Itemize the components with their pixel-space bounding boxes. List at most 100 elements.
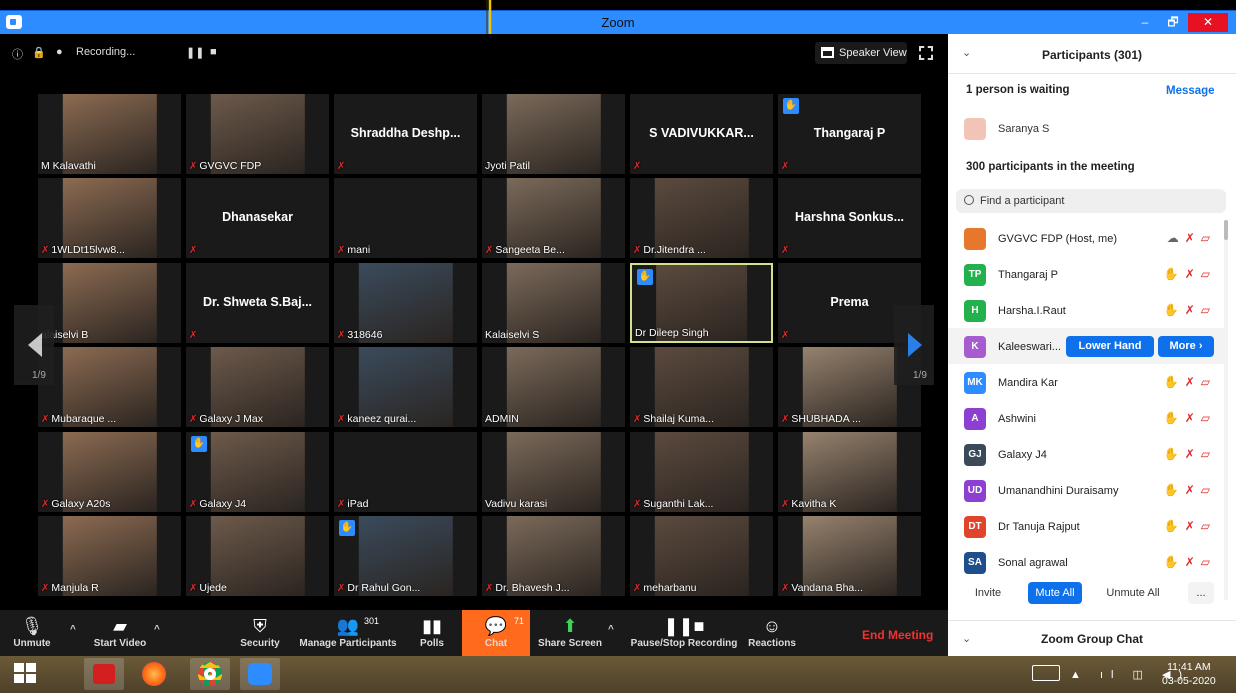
participant-tile[interactable]: ✗ Mubaraque ... [38, 347, 181, 427]
speaker-view-button[interactable]: Speaker View [815, 42, 907, 64]
participant-status-icons[interactable]: ✋✗▱ [1164, 447, 1216, 461]
participant-tile[interactable]: ✗ kaneez qurai... [334, 347, 477, 427]
search-input[interactable]: Find a participant [956, 189, 1226, 213]
polls-button[interactable]: ▮▮ Polls [414, 614, 450, 649]
participant-name-label: ✗ Galaxy J4 [189, 498, 246, 510]
participant-row[interactable]: GJ Galaxy J4 ✋✗▱ [948, 436, 1228, 472]
participant-tile[interactable]: Dhanasekar ✗ [186, 178, 329, 258]
audio-options-chevron-icon[interactable]: ^ [70, 624, 76, 635]
participant-row[interactable]: GVGVC FDP (Host, me) ☁✗▱ [948, 220, 1228, 256]
avatar: DT [964, 516, 986, 538]
share-screen-button[interactable]: ⬆ Share Screen [538, 614, 602, 649]
pause-stop-recording-button[interactable]: ❚❚■ Pause/Stop Recording [630, 614, 738, 649]
lower-hand-button[interactable]: Lower Hand [1066, 336, 1154, 357]
info-icon[interactable]: ⓘ [12, 46, 23, 62]
participant-row[interactable]: A Ashwini ✋✗▱ [948, 400, 1228, 436]
lock-icon[interactable]: 🔒 [32, 46, 46, 59]
scrollbar[interactable] [1224, 220, 1228, 600]
participant-tile[interactable]: ✗ Galaxy A20s [38, 432, 181, 512]
participant-row[interactable]: SA Sonal agrawal ✋✗▱ [948, 544, 1228, 580]
participant-tile[interactable]: Vadivu karasi [482, 432, 625, 512]
participant-tile[interactable]: ✗ Ujede [186, 516, 329, 596]
manage-participants-button[interactable]: 👥 Manage Participants [298, 614, 398, 649]
security-button[interactable]: ⛨ Security [238, 614, 282, 649]
participant-tile[interactable]: ✗ Kavitha K [778, 432, 921, 512]
participant-tile[interactable]: ✗ Dr.Jitendra ... [630, 178, 773, 258]
participant-tile[interactable]: Dr. Shweta S.Baj... ✗ [186, 263, 329, 343]
participant-status-icons[interactable]: ✋✗▱ [1164, 267, 1216, 281]
participant-tile[interactable]: ✗ iPad [334, 432, 477, 512]
participant-tile[interactable]: Jyoti Patil [482, 94, 625, 174]
participant-tile[interactable]: ✗ Sangeeta Be... [482, 178, 625, 258]
participant-tile[interactable]: ✋ Dr Dileep Singh [630, 263, 773, 343]
firefox-taskbar-icon[interactable] [134, 658, 174, 690]
participant-tile[interactable]: ✗ Dr. Bhavesh J... [482, 516, 625, 596]
participant-tile[interactable]: ✗ 318646 [334, 263, 477, 343]
participant-tile[interactable]: ✗ Shailaj Kuma... [630, 347, 773, 427]
unmute-button[interactable]: 🎙 Unmute [12, 614, 52, 649]
clock[interactable]: 11:41 AM 03-05-2020 [1162, 660, 1216, 688]
more-button[interactable]: More › [1158, 336, 1214, 357]
participant-tile[interactable]: ✗ mani [334, 178, 477, 258]
participant-row[interactable]: MK Mandira Kar ✋✗▱ [948, 364, 1228, 400]
participant-status-icons[interactable]: ✋✗▱ [1164, 303, 1216, 317]
participant-tile[interactable]: Harshna Sonkus... ✗ [778, 178, 921, 258]
participant-tile[interactable]: Shraddha Deshp... ✗ [334, 94, 477, 174]
waiting-participant-name: Saranya S [998, 123, 1050, 135]
participant-name: Shailaj Kuma... [643, 413, 715, 425]
mic-muted-icon: ✗ [189, 245, 198, 256]
participant-row[interactable]: DT Dr Tanuja Rajput ✋✗▱ [948, 508, 1228, 544]
minimize-button[interactable]: – [1132, 13, 1158, 32]
participant-status-icons[interactable]: ✋✗▱ [1164, 483, 1216, 497]
avatar: GJ [964, 444, 986, 466]
start-video-button[interactable]: ▰ Start Video [92, 614, 148, 649]
keyboard-icon[interactable] [1032, 665, 1060, 681]
raised-hand-icon: ✋ [1163, 267, 1185, 281]
participant-tile[interactable]: S VADIVUKKAR... ✗ [630, 94, 773, 174]
participant-status-icons[interactable]: ✋✗▱ [1164, 411, 1216, 425]
close-button[interactable]: ✕ [1188, 13, 1228, 32]
participant-tile[interactable]: ✗ meharbanu [630, 516, 773, 596]
participant-row[interactable]: K Kaleeswari... Lower Hand More › [948, 328, 1228, 364]
participant-tile[interactable]: ✗ Galaxy J Max [186, 347, 329, 427]
message-button[interactable]: Message [1166, 85, 1215, 97]
mic-muted-icon: ✗ [337, 330, 346, 341]
participant-tile[interactable]: Kalaiselvi S [482, 263, 625, 343]
video-off-icon: ▱ [1200, 555, 1216, 569]
invite-button[interactable]: Invite [964, 582, 1012, 604]
participant-tile[interactable]: ✋ ✗ Galaxy J4 [186, 432, 329, 512]
participant-status-icons[interactable]: ✋✗▱ [1164, 519, 1216, 533]
mute-all-button[interactable]: Mute All [1028, 582, 1082, 604]
participant-status-icons[interactable]: ✋✗▱ [1164, 555, 1216, 569]
reactions-button[interactable]: ☺ Reactions [748, 614, 796, 649]
participant-tile[interactable]: ✗ GVGVC FDP [186, 94, 329, 174]
participant-tile[interactable]: ✗ 1WLDt15lvw8... [38, 178, 181, 258]
fullscreen-icon[interactable] [919, 46, 933, 60]
participant-tile[interactable]: ✋ ✗ Dr Rahul Gon... [334, 516, 477, 596]
participant-status-icons[interactable]: ✋✗▱ [1164, 375, 1216, 389]
participant-tile[interactable]: ✗ Manjula R [38, 516, 181, 596]
stop-recording-icon[interactable]: ■ [210, 46, 217, 58]
video-options-chevron-icon[interactable]: ^ [154, 624, 160, 635]
participant-row[interactable]: UD Umanandhini Duraisamy ✋✗▱ [948, 472, 1228, 508]
participant-row[interactable]: H Harsha.I.Raut ✋✗▱ [948, 292, 1228, 328]
participants-footer: Invite Mute All Unmute All ... [948, 582, 1236, 610]
participant-tile[interactable]: ✗ Vandana Bha... [778, 516, 921, 596]
participant-tile[interactable]: M Kalavathi [38, 94, 181, 174]
acrobat-taskbar-icon[interactable] [84, 658, 124, 690]
chrome-taskbar-icon[interactable] [190, 658, 230, 690]
participant-tile[interactable]: ✋ Thangaraj P ✗ [778, 94, 921, 174]
participant-tile[interactable]: alaiselvi B [38, 263, 181, 343]
participant-row[interactable]: TP Thangaraj P ✋✗▱ [948, 256, 1228, 292]
windows-start-icon[interactable] [14, 663, 38, 685]
zoom-taskbar-icon[interactable] [240, 658, 280, 690]
maximize-button[interactable]: 🗗 [1160, 13, 1186, 32]
end-meeting-button[interactable]: End Meeting [862, 628, 933, 642]
pause-recording-icon[interactable]: ❚❚ [186, 46, 204, 59]
participant-tile[interactable]: ADMIN [482, 347, 625, 427]
participant-tile[interactable]: ✗ Suganthi Lak... [630, 432, 773, 512]
participant-status-icons[interactable]: ☁✗▱ [1167, 231, 1216, 245]
unmute-all-button[interactable]: Unmute All [1098, 582, 1168, 604]
more-options-button[interactable]: ... [1188, 582, 1214, 604]
share-options-chevron-icon[interactable]: ^ [608, 624, 614, 635]
